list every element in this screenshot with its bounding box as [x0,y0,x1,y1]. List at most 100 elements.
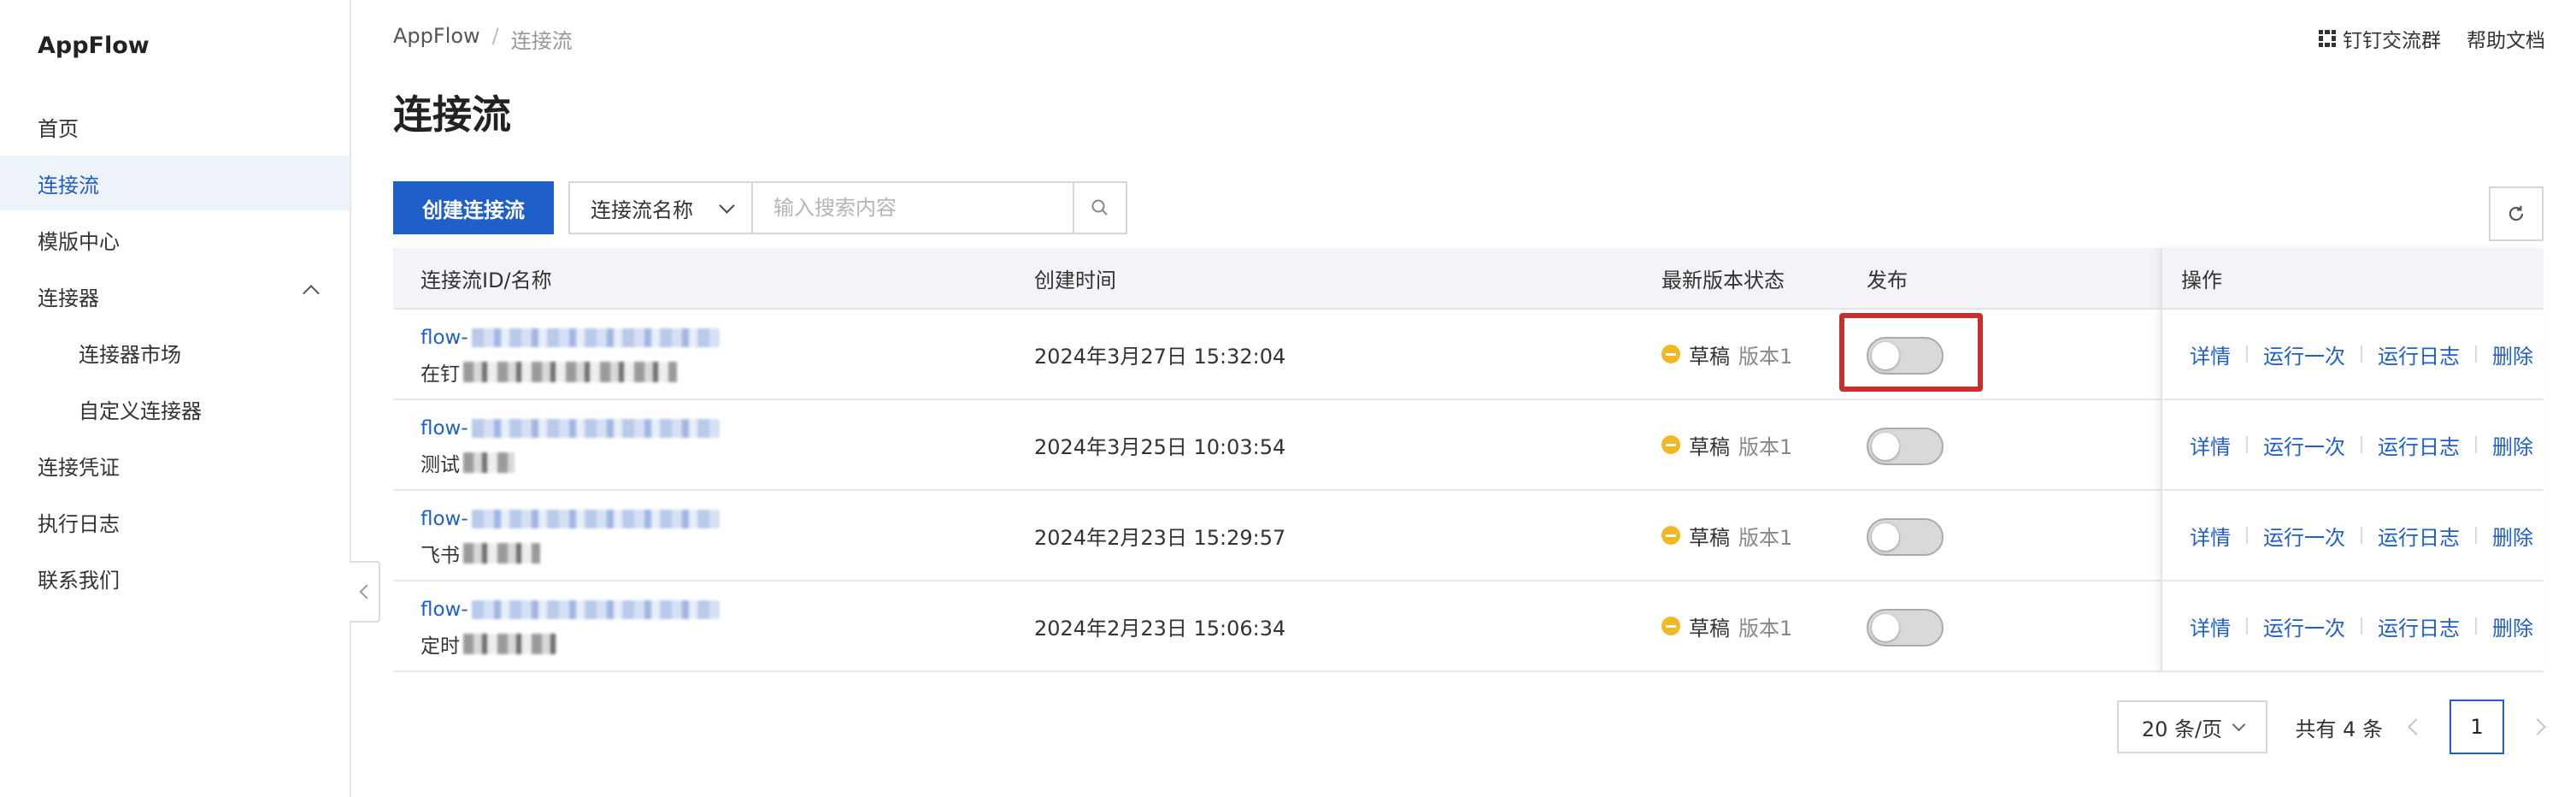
flow-id-link[interactable]: flow- [421,599,720,621]
search-field-select[interactable]: 连接流名称 [570,183,753,233]
chevron-up-icon [303,285,320,302]
details-link[interactable]: 详情 [2190,339,2231,369]
toggle-knob [1872,523,1899,551]
row-actions: 详情 运行一次 运行日志 删除 [2190,582,2533,670]
sidebar-item-credentials[interactable]: 连接凭证 [0,438,350,493]
toggle-knob [1872,342,1899,369]
create-flow-button[interactable]: 创建连接流 [393,181,554,234]
breadcrumb-current: 连接流 [510,29,573,53]
flow-id-prefix: flow- [421,327,468,349]
action-divider [2246,345,2248,363]
delete-link[interactable]: 删除 [2492,521,2533,551]
redacted-name [463,362,677,382]
run-once-link[interactable]: 运行一次 [2263,521,2345,551]
flow-name-prefix: 测试 [421,454,460,476]
action-divider [2475,436,2477,453]
details-link[interactable]: 详情 [2190,430,2231,460]
table-row: flow- 定时 2024年2月23日 15:06:34 草稿 版本1 详情 运行… [393,582,2544,672]
run-logs-link[interactable]: 运行日志 [2378,339,2460,369]
help-docs-link[interactable]: 帮助文档 [2467,24,2545,53]
publish-toggle[interactable] [1867,609,1944,646]
version-status: 草稿 版本1 [1661,310,1792,398]
sidebar-item-label: 自定义连接器 [79,398,202,423]
chevron-down-icon [719,197,735,214]
row-actions: 详情 运行一次 运行日志 删除 [2190,491,2533,580]
details-link[interactable]: 详情 [2190,521,2231,551]
run-logs-link[interactable]: 运行日志 [2378,521,2460,551]
flow-id-link[interactable]: flow- [421,417,720,440]
run-once-link[interactable]: 运行一次 [2263,339,2345,369]
column-header-status: 最新版本状态 [1661,268,1785,292]
draft-status-icon [1661,617,1680,635]
flow-id-link[interactable]: flow- [421,327,720,349]
status-version: 版本1 [1738,616,1793,641]
created-time: 2024年3月27日 15:32:04 [1034,344,1286,369]
delete-link[interactable]: 删除 [2492,339,2533,369]
search-button[interactable] [1073,183,1126,233]
sidebar-item-templates[interactable]: 模版中心 [0,212,350,267]
row-actions: 详情 运行一次 运行日志 删除 [2190,310,2533,398]
sidebar-item-contact[interactable]: 联系我们 [0,551,350,605]
search-field-value: 连接流名称 [591,198,693,222]
sidebar-item-custom-connector[interactable]: 自定义连接器 [0,381,350,436]
column-header-created: 创建时间 [1034,268,1116,292]
search-input[interactable] [753,183,1073,233]
status-text: 草稿 [1689,616,1730,641]
run-once-link[interactable]: 运行一次 [2263,611,2345,641]
run-once-link[interactable]: 运行一次 [2263,430,2345,460]
action-divider [2246,617,2248,635]
flow-id-link[interactable]: flow- [421,508,720,530]
version-status: 草稿 版本1 [1661,582,1792,670]
action-divider [2475,345,2477,363]
sidebar-collapse-button[interactable] [350,561,380,623]
sidebar-item-label: 连接流 [38,173,99,198]
toggle-knob [1872,433,1899,460]
app-brand: AppFlow [38,32,150,59]
sidebar-item-home[interactable]: 首页 [0,99,350,154]
table-row: flow- 飞书 2024年2月23日 15:29:57 草稿 版本1 详情 运行… [393,491,2544,582]
draft-status-icon [1661,526,1680,545]
action-divider [2475,617,2477,635]
chevron-down-icon [2232,717,2246,731]
run-logs-link[interactable]: 运行日志 [2378,430,2460,460]
table-row: flow- 测试 2024年3月25日 10:03:54 草稿 版本1 详情 运行… [393,400,2544,491]
dingtalk-group-link[interactable]: 钉钉交流群 [2319,24,2441,53]
flow-id-prefix: flow- [421,508,468,530]
page-title: 连接流 [393,92,511,138]
page-number-current[interactable]: 1 [2450,700,2504,754]
sidebar-item-flows[interactable]: 连接流 [0,156,350,210]
breadcrumb: AppFlow / 连接流 [393,24,573,54]
redacted-name [463,634,557,654]
details-link[interactable]: 详情 [2190,611,2231,641]
publish-toggle[interactable] [1867,428,1944,465]
sidebar-item-label: 模版中心 [38,229,120,254]
status-text: 草稿 [1689,525,1730,550]
refresh-button[interactable] [2489,186,2544,241]
prev-page-icon[interactable] [2408,718,2425,735]
redacted-id [471,600,720,619]
breadcrumb-separator: / [491,24,499,48]
sidebar-item-connector-market[interactable]: 连接器市场 [0,325,350,380]
run-logs-link[interactable]: 运行日志 [2378,611,2460,641]
publish-toggle[interactable] [1867,337,1944,375]
delete-link[interactable]: 删除 [2492,430,2533,460]
page-size-select[interactable]: 20 条/页 [2117,700,2268,753]
sidebar-item-execution-logs[interactable]: 执行日志 [0,494,350,549]
status-text: 草稿 [1689,434,1730,459]
flow-name-prefix: 飞书 [421,545,460,567]
next-page-icon[interactable] [2529,718,2546,735]
total-count: 共有 4 条 [2295,717,2383,741]
sidebar-item-label: 连接器 [38,286,99,310]
redacted-id [471,510,720,528]
created-time: 2024年2月23日 15:29:57 [1034,525,1286,550]
breadcrumb-home[interactable]: AppFlow [393,24,480,54]
flow-name: 测试 [421,448,515,477]
dingtalk-group-label: 钉钉交流群 [2343,30,2441,52]
delete-link[interactable]: 删除 [2492,611,2533,641]
redacted-id [471,328,720,347]
action-divider [2475,527,2477,544]
chevron-left-icon [359,584,374,599]
page-size-value: 20 条/页 [2141,717,2223,741]
sidebar-item-connectors[interactable]: 连接器 [0,269,350,323]
publish-toggle[interactable] [1867,518,1944,556]
